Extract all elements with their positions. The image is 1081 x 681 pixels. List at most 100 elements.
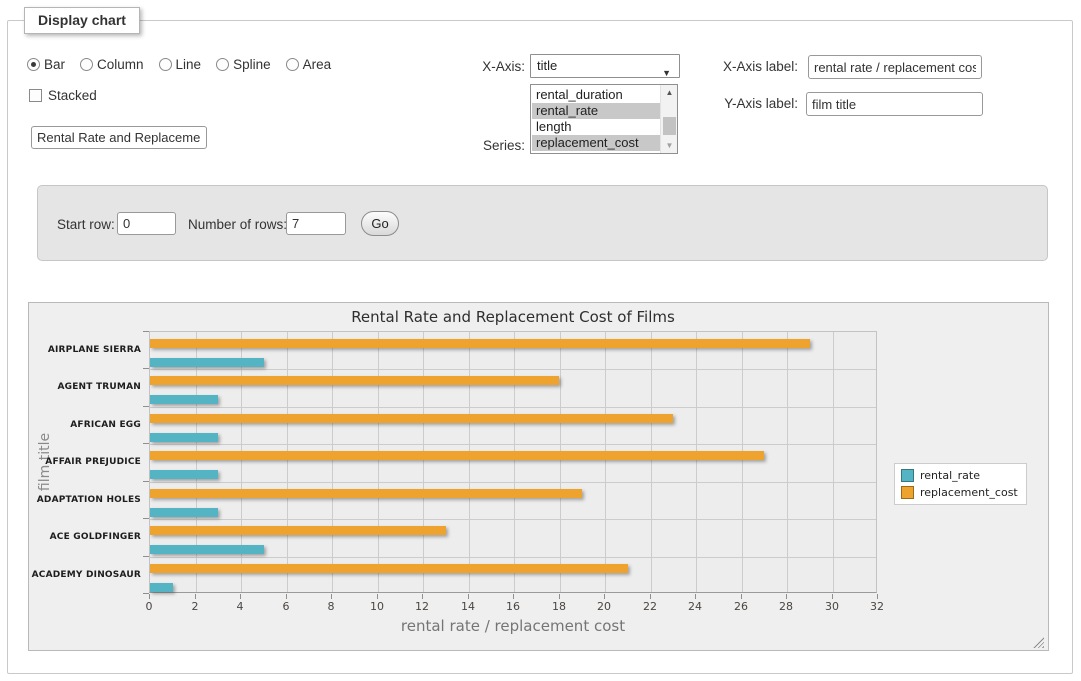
radio-icon[interactable] (80, 58, 93, 71)
radio-label[interactable]: Bar (44, 57, 65, 72)
y-axis-tick (143, 556, 149, 557)
series-option-rental-rate[interactable]: rental_rate (532, 103, 660, 119)
x-axis-tick-label: 12 (407, 600, 437, 613)
gridline (787, 332, 788, 592)
x-axis-tick-label: 6 (271, 600, 301, 613)
scroll-up-icon[interactable]: ▲ (662, 85, 677, 100)
radio-option-column[interactable]: Column (80, 57, 144, 72)
x-axis-tick (832, 594, 833, 599)
gridline (469, 332, 470, 592)
chart-container: Rental Rate and Replacement Cost of Film… (28, 302, 1049, 651)
radio-label[interactable]: Column (97, 57, 144, 72)
x-axis-tick-label: 30 (817, 600, 847, 613)
scrollbar-thumb[interactable] (663, 117, 676, 135)
x-axis-tick-label: 18 (544, 600, 574, 613)
x-axis-tick-label: 10 (362, 600, 392, 613)
series-options: rental_duration rental_rate length repla… (532, 87, 660, 151)
gridline (150, 444, 876, 445)
legend-item[interactable]: replacement_cost (901, 486, 1018, 499)
y-axis-label-label: Y-Axis label: (710, 96, 798, 111)
series-option-length[interactable]: length (532, 119, 660, 135)
y-axis-tick (143, 593, 149, 594)
x-axis-label-input[interactable] (808, 55, 982, 79)
chart-type-radio-group: Bar Column Line Spline Area (27, 57, 331, 72)
gridline (287, 332, 288, 592)
bar-rental_rate (150, 583, 173, 592)
category-label: AFRICAN EGG (29, 420, 141, 430)
series-listbox[interactable]: rental_duration rental_rate length repla… (530, 84, 678, 154)
gridline (514, 332, 515, 592)
category-label: ACE GOLDFINGER (29, 532, 141, 542)
series-option-replacement-cost[interactable]: replacement_cost (532, 135, 660, 151)
radio-icon[interactable] (159, 58, 172, 71)
gridline (833, 332, 834, 592)
y-axis-tick (143, 331, 149, 332)
x-axis-tick (149, 594, 150, 599)
resize-handle-icon[interactable] (1033, 637, 1044, 648)
x-axis-tick (468, 594, 469, 599)
legend-item[interactable]: rental_rate (901, 469, 1018, 482)
legend-swatch-rental-rate (901, 469, 914, 482)
bar-replacement_cost (150, 339, 810, 348)
x-axis-select[interactable]: title ▼ (530, 54, 680, 78)
bar-rental_rate (150, 470, 218, 479)
radio-option-bar[interactable]: Bar (27, 57, 65, 72)
x-axis-tick (286, 594, 287, 599)
y-axis-tick (143, 443, 149, 444)
x-axis-tick-label: 16 (498, 600, 528, 613)
bar-replacement_cost (150, 489, 582, 498)
chart-title-input[interactable] (31, 126, 207, 149)
bar-replacement_cost (150, 376, 559, 385)
y-axis-tick (143, 406, 149, 407)
plot-area (149, 331, 877, 593)
radio-label[interactable]: Area (303, 57, 332, 72)
chart-legend: rental_rate replacement_cost (894, 463, 1027, 505)
gridline (696, 332, 697, 592)
x-axis-tick-label: 20 (589, 600, 619, 613)
gridline (150, 557, 876, 558)
x-axis-tick (559, 594, 560, 599)
radio-icon[interactable] (27, 58, 40, 71)
scroll-down-icon[interactable]: ▼ (662, 138, 677, 153)
dropdown-arrow-icon[interactable]: ▼ (662, 62, 671, 84)
y-axis-tick (143, 518, 149, 519)
y-axis-tick (143, 368, 149, 369)
series-option-rental-duration[interactable]: rental_duration (532, 87, 660, 103)
go-button[interactable]: Go (361, 211, 399, 236)
y-axis-tick (143, 481, 149, 482)
x-axis-tick (741, 594, 742, 599)
x-axis-label-label: X-Axis label: (710, 59, 798, 74)
x-axis-tick (377, 594, 378, 599)
listbox-scrollbar[interactable]: ▲ ▼ (660, 85, 677, 153)
start-row-input[interactable] (117, 212, 176, 235)
num-rows-input[interactable] (286, 212, 346, 235)
x-axis-tick-label: 24 (680, 600, 710, 613)
radio-option-spline[interactable]: Spline (216, 57, 271, 72)
bar-rental_rate (150, 545, 264, 554)
radio-icon[interactable] (216, 58, 229, 71)
y-axis-label-input[interactable] (806, 92, 983, 116)
x-axis-tick-label: 4 (225, 600, 255, 613)
category-label: AIRPLANE SIERRA (29, 345, 141, 355)
x-axis-tick (240, 594, 241, 599)
x-axis-tick-label: 2 (180, 600, 210, 613)
gridline (605, 332, 606, 592)
stacked-label[interactable]: Stacked (48, 88, 97, 103)
chart-title: Rental Rate and Replacement Cost of Film… (149, 308, 877, 326)
category-label: AFFAIR PREJUDICE (29, 457, 141, 467)
num-rows-label: Number of rows: (188, 217, 287, 232)
radio-option-area[interactable]: Area (286, 57, 332, 72)
stacked-checkbox[interactable] (29, 89, 42, 102)
page: Display chart Bar Column Line Spline Are… (0, 0, 1081, 681)
gridline (150, 369, 876, 370)
stacked-checkbox-row: Stacked (29, 88, 97, 103)
radio-label[interactable]: Spline (233, 57, 271, 72)
gridline (560, 332, 561, 592)
radio-icon[interactable] (286, 58, 299, 71)
x-axis-tick (422, 594, 423, 599)
category-label: ACADEMY DINOSAUR (29, 570, 141, 580)
radio-label[interactable]: Line (176, 57, 202, 72)
gridline (150, 407, 876, 408)
gridline (378, 332, 379, 592)
radio-option-line[interactable]: Line (159, 57, 202, 72)
